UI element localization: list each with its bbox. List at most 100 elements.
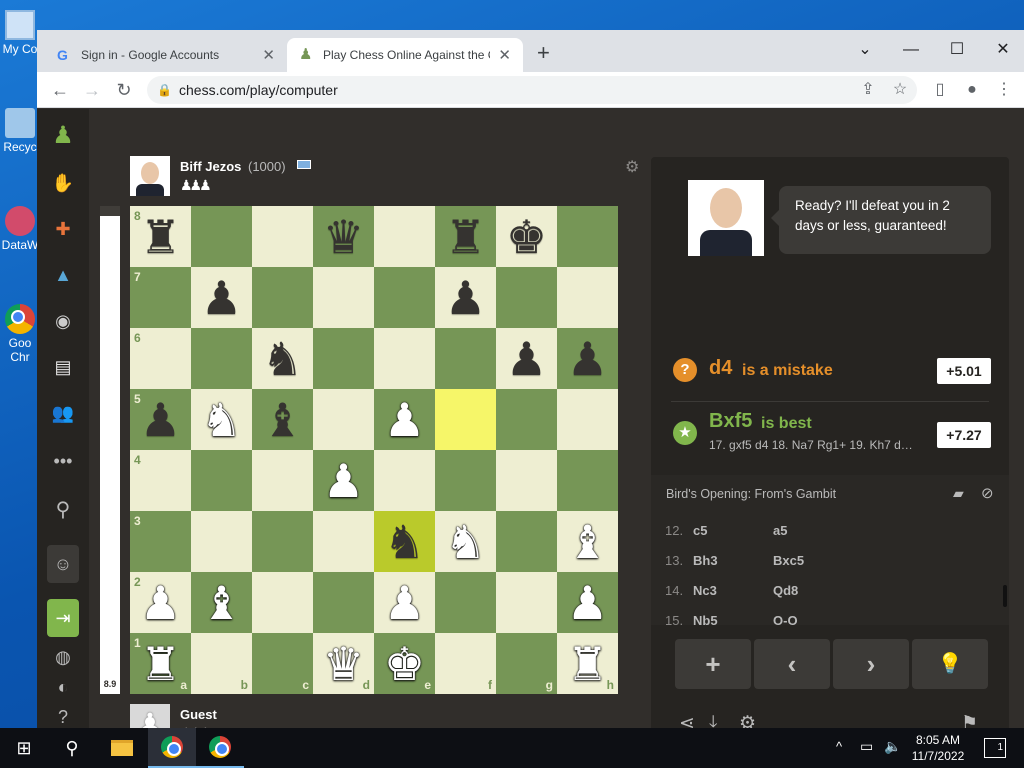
chess-logo-icon[interactable]: ♟ — [47, 119, 79, 151]
tab-google-accounts[interactable]: G Sign in - Google Accounts ✕ — [45, 38, 287, 72]
white-move[interactable]: Nb5 — [693, 613, 718, 628]
next-move-button[interactable]: › — [833, 639, 909, 689]
square-g2[interactable] — [496, 572, 557, 633]
piece-h6[interactable]: ♟ — [557, 328, 618, 389]
file-explorer-icon[interactable] — [98, 728, 146, 768]
chess-board[interactable]: 8 7 6 5 4 3 2 1 a b c d e f g h ♜ ♛ ♜ ♚ ♟ ♟ ♞ ♟ ♟ ♟ ♞ ♝ ♟ ♟ ♞ ♞ ♝ ♟ ♝ ♟ ♟ ♜ ♛ ♚… — [130, 206, 618, 694]
login-icon[interactable]: ⇥ — [47, 599, 79, 637]
piece-a1[interactable]: ♜ — [130, 633, 191, 694]
close-icon[interactable]: ✕ — [262, 46, 275, 64]
square-g4[interactable] — [496, 450, 557, 511]
minimize-button[interactable]: — — [891, 36, 931, 64]
tab-search-icon[interactable]: ⌄ — [845, 36, 885, 64]
opponent-name[interactable]: Biff Jezos — [180, 159, 241, 174]
piece-b2[interactable]: ♝ — [191, 572, 252, 633]
learn-icon[interactable]: ▲ — [47, 259, 79, 291]
theme-icon[interactable]: ◐ — [47, 671, 79, 703]
black-move[interactable]: Qd8 — [773, 583, 798, 598]
maximize-button[interactable]: ☐ — [937, 36, 977, 64]
square-b1[interactable]: b — [191, 633, 252, 694]
chrome-taskbar-button-2[interactable] — [196, 728, 244, 768]
forward-button[interactable]: → — [79, 77, 105, 103]
piece-e1[interactable]: ♚ — [374, 633, 435, 694]
square-e4[interactable] — [374, 450, 435, 511]
square-g3[interactable] — [496, 511, 557, 572]
clock[interactable]: 8:05 AM 11/7/2022 — [906, 732, 970, 764]
chrome-taskbar-button[interactable] — [148, 728, 196, 768]
address-bar[interactable]: 🔒 chess.com/play/computer — [147, 76, 917, 104]
close-window-button[interactable]: ✕ — [983, 36, 1023, 64]
back-button[interactable]: ← — [47, 77, 73, 103]
piece-c5[interactable]: ♝ — [252, 389, 313, 450]
puzzles-icon[interactable]: ✚ — [47, 213, 79, 245]
piece-d8[interactable]: ♛ — [313, 206, 374, 267]
square-f2[interactable] — [435, 572, 496, 633]
black-move[interactable]: Bxc5 — [773, 553, 804, 568]
piece-h1[interactable]: ♜ — [557, 633, 618, 694]
square-c1[interactable]: c — [252, 633, 313, 694]
user-settings-icon[interactable]: ☺ — [47, 545, 79, 583]
square-b3[interactable] — [191, 511, 252, 572]
square-a7[interactable]: 7 — [130, 267, 191, 328]
hint-button[interactable]: 💡 — [912, 639, 988, 689]
piece-e3[interactable]: ♞ — [374, 511, 435, 572]
explorer-icon[interactable]: ⊘ — [981, 484, 994, 502]
square-f1[interactable]: f — [435, 633, 496, 694]
square-g1[interactable]: g — [496, 633, 557, 694]
piece-d4[interactable]: ♟ — [313, 450, 374, 511]
new-tab-button[interactable]: + — [537, 40, 550, 66]
black-move[interactable]: a5 — [773, 523, 787, 538]
square-c3[interactable] — [252, 511, 313, 572]
side-panel-icon[interactable]: ▯ — [927, 77, 953, 103]
share-icon[interactable]: ⇪ — [855, 77, 881, 103]
menu-icon[interactable]: ⋮ — [991, 77, 1017, 103]
square-g7[interactable] — [496, 267, 557, 328]
piece-g8[interactable]: ♚ — [496, 206, 557, 267]
square-a3[interactable]: 3 — [130, 511, 191, 572]
piece-b7[interactable]: ♟ — [191, 267, 252, 328]
globe-icon[interactable]: ◍ — [47, 641, 79, 673]
desktop-icon-dataw[interactable]: DataW — [0, 206, 40, 252]
square-b6[interactable] — [191, 328, 252, 389]
square-d6[interactable] — [313, 328, 374, 389]
tab-chess[interactable]: ♟ Play Chess Online Against the Co ✕ — [287, 38, 523, 72]
tray-chevron-icon[interactable]: ^ — [836, 739, 842, 754]
news-icon[interactable]: ▤ — [47, 351, 79, 383]
square-d2[interactable] — [313, 572, 374, 633]
volume-icon[interactable]: 🔈 — [884, 738, 901, 755]
white-move[interactable]: Nc3 — [693, 583, 717, 598]
square-c7[interactable] — [252, 267, 313, 328]
desktop-icon-my-computer[interactable]: My Co — [0, 10, 40, 56]
square-b8[interactable] — [191, 206, 252, 267]
more-icon[interactable]: ••• — [47, 445, 79, 477]
desktop-icon-google-chrome[interactable]: Goo Chr — [0, 304, 40, 364]
square-e6[interactable] — [374, 328, 435, 389]
black-move[interactable]: O-O — [773, 613, 798, 628]
piece-a5[interactable]: ♟ — [130, 389, 191, 450]
desktop-icon-recycle-bin[interactable]: Recyc — [0, 108, 40, 154]
square-c4[interactable] — [252, 450, 313, 511]
square-c8[interactable] — [252, 206, 313, 267]
piece-e5[interactable]: ♟ — [374, 389, 435, 450]
square-h7[interactable] — [557, 267, 618, 328]
piece-g6[interactable]: ♟ — [496, 328, 557, 389]
square-h5[interactable] — [557, 389, 618, 450]
piece-f8[interactable]: ♜ — [435, 206, 496, 267]
piece-b5[interactable]: ♞ — [191, 389, 252, 450]
square-d3[interactable] — [313, 511, 374, 572]
board-settings-icon[interactable]: ⚙ — [625, 157, 639, 177]
square-h8[interactable] — [557, 206, 618, 267]
reload-button[interactable]: ↻ — [111, 77, 137, 103]
piece-h3[interactable]: ♝ — [557, 511, 618, 572]
square-h4[interactable] — [557, 450, 618, 511]
square-a4[interactable]: 4 — [130, 450, 191, 511]
white-move[interactable]: c5 — [693, 523, 707, 538]
book-icon[interactable]: ▰ — [953, 485, 964, 502]
network-icon[interactable]: ▭ — [860, 738, 873, 755]
piece-a8[interactable]: ♜ — [130, 206, 191, 267]
square-b4[interactable] — [191, 450, 252, 511]
bookmark-star-icon[interactable]: ☆ — [887, 77, 913, 103]
piece-h2[interactable]: ♟ — [557, 572, 618, 633]
add-button[interactable]: + — [675, 639, 751, 689]
search-icon[interactable]: ⚲ — [48, 728, 96, 768]
